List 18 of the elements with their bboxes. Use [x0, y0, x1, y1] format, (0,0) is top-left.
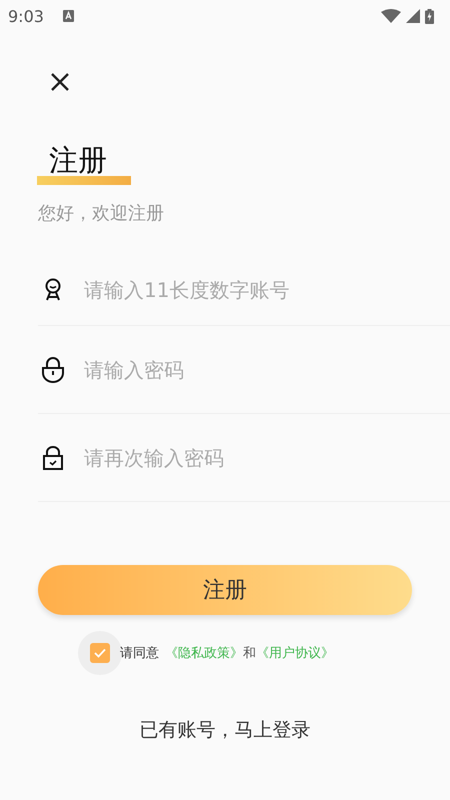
check-icon — [94, 648, 106, 658]
subtitle: 您好，欢迎注册 — [38, 202, 165, 225]
agreement-checkbox[interactable] — [90, 643, 110, 663]
lock-icon — [40, 356, 66, 382]
agreement-text: 请同意 — [120, 645, 159, 662]
input-field[interactable]: 请输入密码 — [84, 354, 450, 384]
signal-icon — [406, 9, 420, 23]
lock-check-icon — [40, 446, 66, 470]
wifi-icon — [381, 9, 401, 23]
login-link[interactable]: 已有账号，马上登录 — [140, 719, 310, 741]
page-title: 注册 — [48, 142, 108, 179]
battery-icon — [425, 8, 434, 24]
keyboard-icon — [62, 10, 74, 22]
input-field[interactable]: 请再次输入密码 — [84, 442, 450, 472]
status-time: 9:03 — [8, 6, 44, 26]
register-button[interactable]: 注册 — [38, 565, 412, 615]
agreement-joiner: 和 — [243, 645, 256, 662]
input-field[interactable]: 请输入11长度数字账号 — [84, 275, 450, 305]
